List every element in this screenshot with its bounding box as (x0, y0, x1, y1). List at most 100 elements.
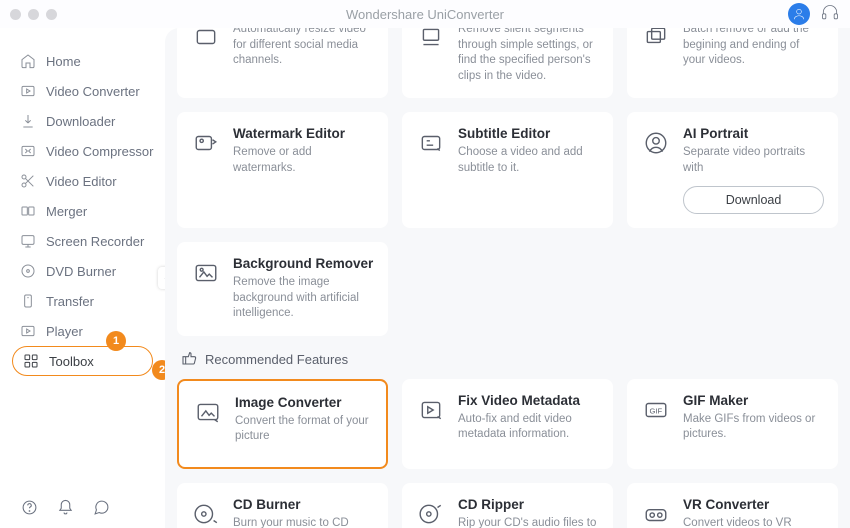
card-desc: Convert the format of your picture (235, 414, 372, 445)
screen-recorder-icon (20, 233, 36, 249)
sidebar-label: Player (46, 324, 83, 339)
user-avatar-icon[interactable] (788, 3, 810, 25)
card-desc: Automatically resize video for different… (233, 28, 374, 69)
download-icon (20, 113, 36, 129)
sidebar-item-home[interactable]: Home (0, 46, 165, 76)
sidebar-label: Home (46, 54, 81, 69)
card-title: VR Converter (683, 497, 824, 512)
card-desc: Make GIFs from videos or pictures. (683, 412, 824, 443)
home-icon (20, 53, 36, 69)
sidebar-item-toolbox[interactable]: Toolbox (12, 346, 153, 376)
card-title: Background Remover (233, 256, 374, 271)
compressor-icon (20, 143, 36, 159)
card-desc: Convert videos to VR format and enjoy on… (683, 516, 824, 528)
app-title: Wondershare UniConverter (0, 7, 850, 22)
image-converter-icon (193, 397, 223, 427)
tool-card-background-remover[interactable]: Background Remover Remove the image back… (177, 242, 388, 336)
toolbox-icon (23, 353, 39, 369)
resize-icon (191, 28, 221, 52)
subtitle-icon (416, 128, 446, 158)
gif-icon: GIF (641, 395, 671, 425)
card-desc: Remove silent segments through simple se… (458, 28, 599, 84)
card-title: CD Burner (233, 497, 374, 512)
card-title: Watermark Editor (233, 126, 374, 141)
download-button[interactable]: Download (683, 186, 824, 214)
sidebar-item-downloader[interactable]: Downloader (0, 106, 165, 136)
close-dot[interactable] (10, 9, 21, 20)
maximize-dot[interactable] (46, 9, 57, 20)
batch-icon (641, 28, 671, 52)
ai-portrait-icon (641, 128, 671, 158)
tool-card-remove-silent[interactable]: Remove silent segments through simple se… (402, 28, 613, 98)
annotation-badge-1: 1 (106, 331, 126, 351)
card-title: Image Converter (235, 395, 372, 410)
tool-card-batch-trim[interactable]: Batch remove or add the begining and end… (627, 28, 838, 98)
transfer-icon (20, 293, 36, 309)
tool-card-watermark-editor[interactable]: Watermark Editor Remove or add watermark… (177, 112, 388, 228)
sidebar-item-transfer[interactable]: Transfer (0, 286, 165, 316)
sidebar-item-merger[interactable]: Merger (0, 196, 165, 226)
section-title: Recommended Features (205, 352, 348, 367)
background-remover-icon (191, 258, 221, 288)
card-title: AI Portrait (683, 126, 824, 141)
card-title: CD Ripper (458, 497, 599, 512)
tool-card-vr-converter[interactable]: VR Converter Convert videos to VR format… (627, 483, 838, 528)
svg-text:GIF: GIF (650, 406, 663, 415)
converter-icon (20, 83, 36, 99)
card-desc: Burn your music to CD (233, 516, 374, 528)
tool-card-fix-metadata[interactable]: Fix Video Metadata Auto-fix and edit vid… (402, 379, 613, 469)
player-icon (20, 323, 36, 339)
card-title: Subtitle Editor (458, 126, 599, 141)
sidebar-label: DVD Burner (46, 264, 116, 279)
merger-icon (20, 203, 36, 219)
card-desc: Choose a video and add subtitle to it. (458, 145, 599, 176)
cd-burner-icon (191, 499, 221, 528)
card-desc: Separate video portraits with (683, 145, 824, 176)
sidebar-label: Screen Recorder (46, 234, 144, 249)
sidebar-label: Video Compressor (46, 144, 153, 159)
main-panel: Automatically resize video for different… (165, 28, 850, 528)
tool-card-cd-burner[interactable]: CD Burner Burn your music to CD (177, 483, 388, 528)
sidebar-label: Video Editor (46, 174, 117, 189)
tool-card-subtitle-editor[interactable]: Subtitle Editor Choose a video and add s… (402, 112, 613, 228)
sidebar-item-player[interactable]: Player (0, 316, 165, 346)
card-title: Fix Video Metadata (458, 393, 599, 408)
sidebar-label: Video Converter (46, 84, 140, 99)
support-icon[interactable] (820, 3, 840, 26)
titlebar: Wondershare UniConverter (0, 0, 850, 28)
thumbs-up-icon (181, 350, 197, 369)
card-desc: Auto-fix and edit video metadata informa… (458, 412, 599, 443)
vr-icon (641, 499, 671, 528)
metadata-icon (416, 395, 446, 425)
card-title: GIF Maker (683, 393, 824, 408)
cd-ripper-icon (416, 499, 446, 528)
help-icon[interactable] (20, 498, 38, 516)
sidebar-label: Transfer (46, 294, 94, 309)
section-recommended-header: Recommended Features (181, 350, 838, 369)
tool-card-gif-maker[interactable]: GIF GIF Maker Make GIFs from videos or p… (627, 379, 838, 469)
card-desc: Batch remove or add the begining and end… (683, 28, 824, 69)
minimize-dot[interactable] (28, 9, 39, 20)
notifications-icon[interactable] (56, 498, 74, 516)
tool-card-cd-ripper[interactable]: CD Ripper Rip your CD's audio files to t… (402, 483, 613, 528)
sidebar-label: Merger (46, 204, 87, 219)
sidebar-item-video-editor[interactable]: Video Editor (0, 166, 165, 196)
disc-icon (20, 263, 36, 279)
scissors-icon (20, 173, 36, 189)
card-desc: Rip your CD's audio files to the localit… (458, 516, 599, 528)
tool-card-ai-portrait[interactable]: AI Portrait Separate video portraits wit… (627, 112, 838, 228)
smart-trim-icon (416, 28, 446, 52)
tool-card-auto-resize[interactable]: Automatically resize video for different… (177, 28, 388, 98)
sidebar-label: Downloader (46, 114, 115, 129)
sidebar-item-video-compressor[interactable]: Video Compressor (0, 136, 165, 166)
window-controls (10, 9, 57, 20)
card-desc: Remove or add watermarks. (233, 145, 374, 176)
tool-card-image-converter[interactable]: Image Converter Convert the format of yo… (177, 379, 388, 469)
sidebar-item-dvd-burner[interactable]: DVD Burner (0, 256, 165, 286)
sidebar-label: Toolbox (49, 354, 94, 369)
watermark-icon (191, 128, 221, 158)
sidebar-item-video-converter[interactable]: Video Converter (0, 76, 165, 106)
feedback-icon[interactable] (92, 498, 110, 516)
card-desc: Remove the image background with artific… (233, 275, 374, 322)
sidebar-item-screen-recorder[interactable]: Screen Recorder (0, 226, 165, 256)
